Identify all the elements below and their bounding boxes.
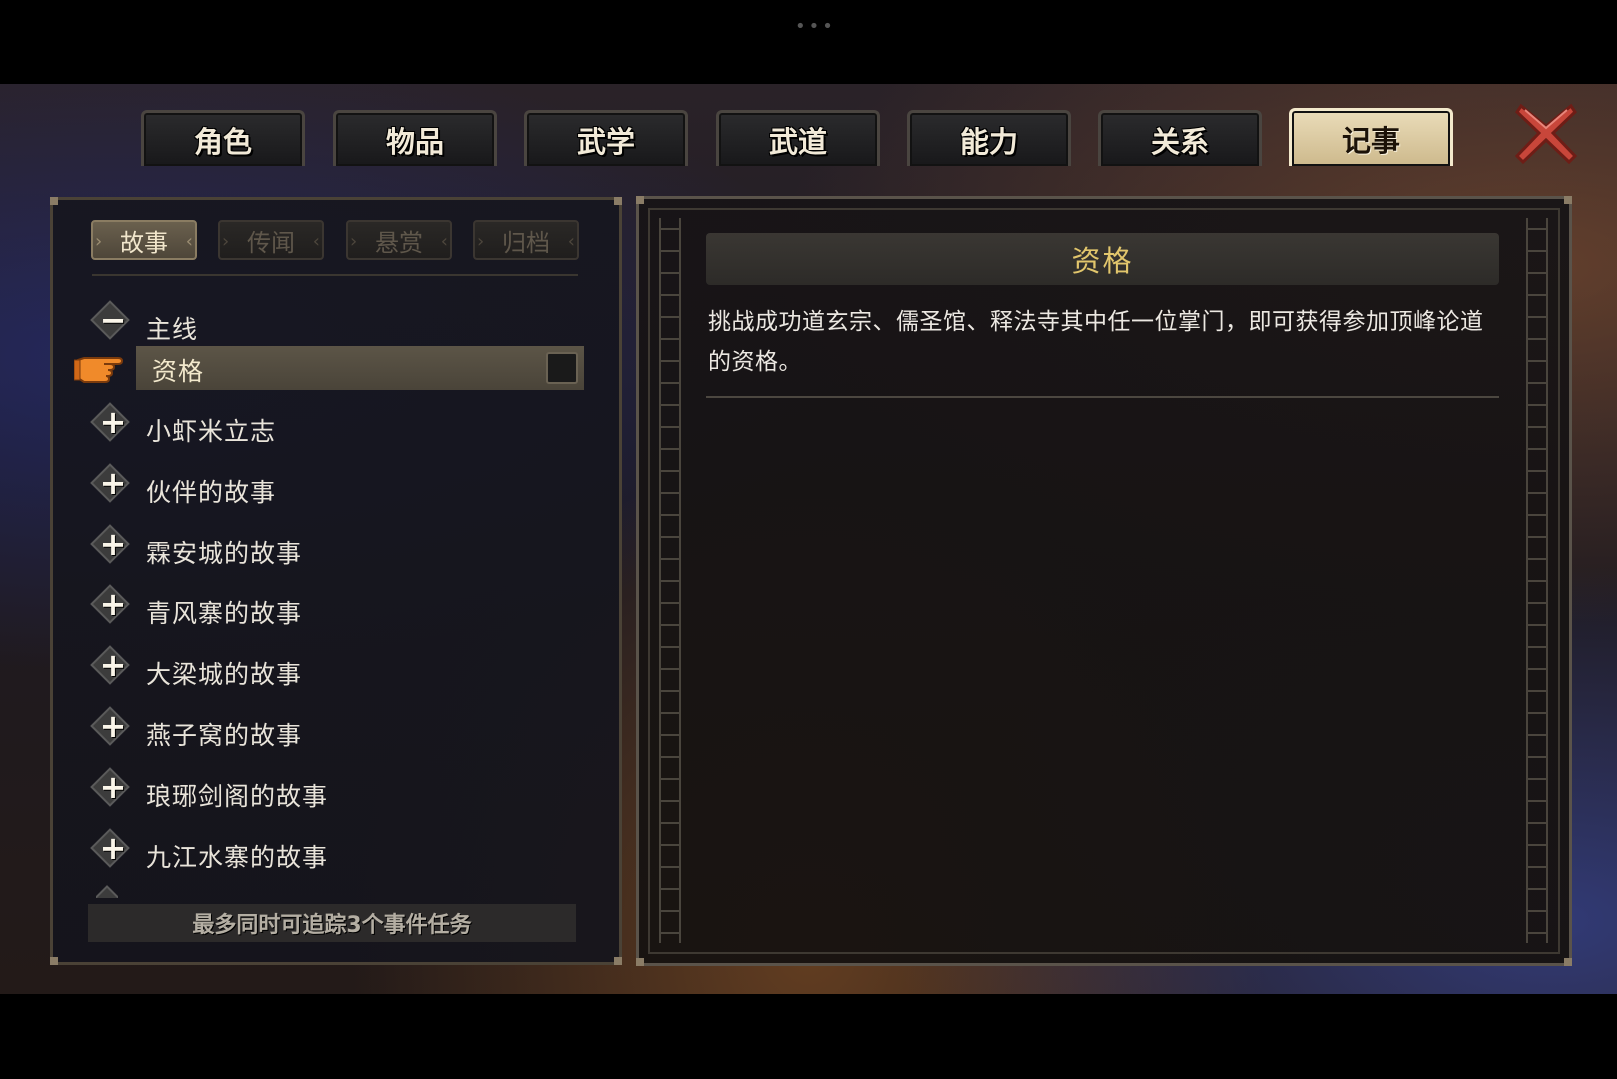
plus-icon[interactable]: + bbox=[90, 526, 136, 564]
close-x-icon[interactable] bbox=[1513, 100, 1579, 166]
tree-group-label: 燕子窝的故事 bbox=[146, 721, 303, 750]
panel-corner bbox=[636, 958, 644, 966]
tree-group-label: 九江水寨的故事 bbox=[146, 843, 329, 872]
tree-group[interactable]: + 霖安城的故事 bbox=[90, 524, 590, 572]
panel-corner bbox=[1564, 958, 1572, 966]
subtab-rumors[interactable]: › 传闻 ‹ bbox=[218, 220, 324, 260]
tree-group[interactable]: + 琅琊剑阁的故事 bbox=[90, 767, 590, 815]
tree-group[interactable]: + 伙伴的故事 bbox=[90, 463, 590, 511]
tab-martial-way[interactable]: 武道 bbox=[716, 110, 880, 166]
detail-description: 挑战成功道玄宗、儒圣馆、释法寺其中任一位掌门，即可获得参加顶峰论道的资格。 bbox=[708, 309, 1484, 375]
tree-group-label: 大梁城的故事 bbox=[146, 660, 303, 689]
subtab-label: 故事 bbox=[120, 228, 168, 257]
chevron-left-icon: ‹ bbox=[567, 231, 575, 252]
subtab-divider bbox=[92, 274, 578, 276]
panel-corner bbox=[636, 196, 644, 204]
chevron-right-icon: › bbox=[95, 231, 103, 252]
tree-group-label: 青风寨的故事 bbox=[146, 599, 303, 628]
panel-corner bbox=[50, 957, 58, 965]
chevron-left-icon: ‹ bbox=[312, 231, 320, 252]
tree-group[interactable]: + 青风寨的故事 bbox=[90, 584, 590, 632]
tree-group-label: 小虾米立志 bbox=[146, 417, 277, 446]
tree-group[interactable]: + 小虾米立志 bbox=[90, 402, 590, 450]
panel-corner bbox=[50, 197, 58, 205]
plus-icon[interactable]: + bbox=[90, 769, 136, 807]
plus-icon[interactable]: + bbox=[90, 647, 136, 685]
detail-title: 资格 bbox=[706, 233, 1499, 285]
chevron-left-icon: ‹ bbox=[185, 231, 193, 252]
scroll-cutoff-item bbox=[96, 884, 118, 898]
tab-character[interactable]: 角色 bbox=[141, 110, 305, 166]
detail-divider bbox=[706, 396, 1499, 398]
game-screen: ••• 角色 物品 武学 武道 能力 关系 记事 › 故事 ‹ › 传闻 ‹ ›… bbox=[0, 0, 1617, 1079]
chevron-right-icon: › bbox=[350, 231, 358, 252]
tree-item-label: 资格 bbox=[152, 357, 205, 386]
chevron-right-icon: › bbox=[222, 231, 230, 252]
subtab-label: 归档 bbox=[502, 228, 550, 257]
panel-corner bbox=[614, 957, 622, 965]
plus-icon[interactable]: + bbox=[90, 465, 136, 503]
track-limit-note: 最多同时可追踪3个事件任务 bbox=[88, 904, 576, 942]
tab-martial-arts[interactable]: 武学 bbox=[524, 110, 688, 166]
tab-relations[interactable]: 关系 bbox=[1098, 110, 1262, 166]
subtab-label: 悬赏 bbox=[375, 228, 423, 257]
tree-group-main[interactable]: − 主线 bbox=[90, 300, 590, 348]
tab-abilities[interactable]: 能力 bbox=[907, 110, 1071, 166]
chevron-left-icon: ‹ bbox=[440, 231, 448, 252]
plus-icon[interactable]: + bbox=[90, 830, 136, 868]
tree-group-label: 伙伴的故事 bbox=[146, 478, 277, 507]
chevron-right-icon: › bbox=[477, 231, 485, 252]
tree-item-selected[interactable]: 资格 bbox=[136, 346, 584, 390]
subtab-archive[interactable]: › 归档 ‹ bbox=[473, 220, 579, 260]
tree-group-label: 主线 bbox=[146, 315, 199, 344]
plus-icon[interactable]: + bbox=[90, 404, 136, 442]
tree-group[interactable]: + 燕子窝的故事 bbox=[90, 706, 590, 754]
window-handle-dots: ••• bbox=[795, 16, 836, 37]
subtab-stories[interactable]: › 故事 ‹ bbox=[91, 220, 197, 260]
plus-icon[interactable]: + bbox=[90, 708, 136, 746]
tree-group-label: 琅琊剑阁的故事 bbox=[146, 782, 329, 811]
pointing-hand-icon bbox=[74, 357, 124, 383]
fret-border-right bbox=[1526, 218, 1548, 943]
minus-icon[interactable]: − bbox=[90, 302, 136, 340]
track-checkbox[interactable] bbox=[546, 352, 578, 384]
tree-group-label: 霖安城的故事 bbox=[146, 539, 303, 568]
fret-border-left bbox=[659, 218, 681, 943]
tab-items[interactable]: 物品 bbox=[333, 110, 497, 166]
tab-journal[interactable]: 记事 bbox=[1289, 108, 1453, 166]
subtab-label: 传闻 bbox=[247, 228, 295, 257]
plus-icon[interactable]: + bbox=[90, 586, 136, 624]
panel-corner bbox=[614, 197, 622, 205]
tree-group[interactable]: + 大梁城的故事 bbox=[90, 645, 590, 693]
subtab-bounties[interactable]: › 悬赏 ‹ bbox=[346, 220, 452, 260]
panel-corner bbox=[1564, 196, 1572, 204]
tree-group[interactable]: + 九江水寨的故事 bbox=[90, 828, 590, 876]
